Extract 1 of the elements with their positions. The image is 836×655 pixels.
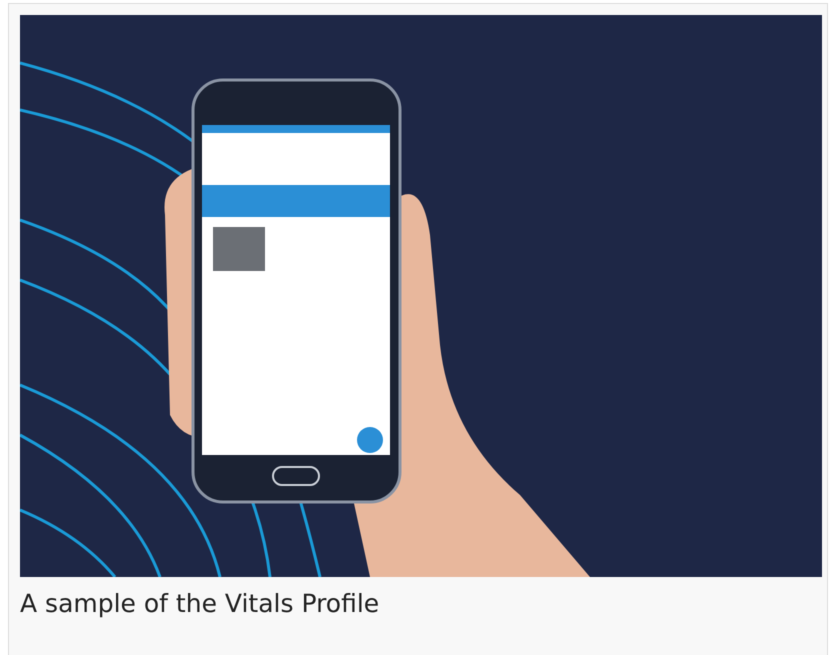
figure-caption: A sample of the Vitals Profile bbox=[20, 588, 380, 618]
